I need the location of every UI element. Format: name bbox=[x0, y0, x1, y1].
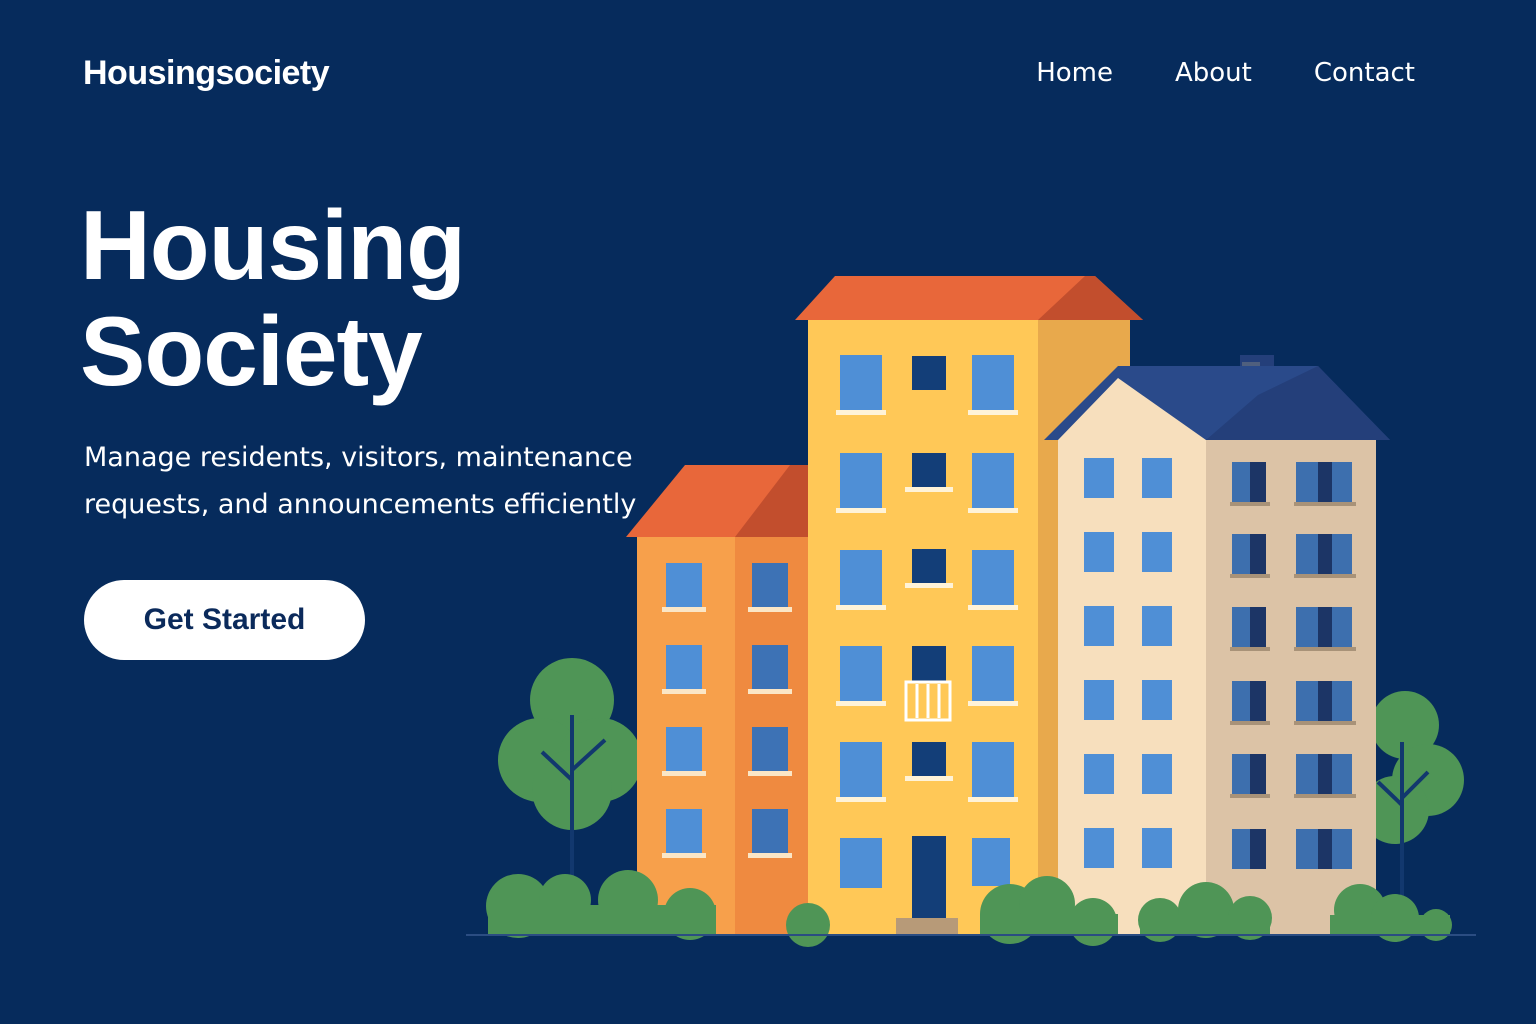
hero-title-line-2: Society bbox=[80, 296, 423, 406]
hero-title-line-1: Housing bbox=[80, 190, 466, 300]
hero-subtitle-line-1: Manage residents, visitors, maintenance bbox=[84, 442, 633, 473]
orange-building bbox=[626, 465, 810, 934]
hero-title: Housing Society bbox=[80, 190, 466, 406]
main-nav: Home About Contact bbox=[1036, 58, 1415, 88]
site-logo[interactable]: Housingsociety bbox=[83, 54, 330, 93]
nav-home-link[interactable]: Home bbox=[1036, 58, 1113, 88]
bushes bbox=[486, 870, 1452, 947]
hero-subtitle: Manage residents, visitors, maintenance … bbox=[84, 434, 664, 528]
cream-building bbox=[1044, 355, 1390, 934]
nav-about-link[interactable]: About bbox=[1175, 58, 1252, 88]
left-tree bbox=[498, 658, 642, 935]
hero-subtitle-line-2: requests, and announcements efficiently bbox=[84, 489, 637, 520]
nav-contact-link[interactable]: Contact bbox=[1314, 58, 1415, 88]
right-tree bbox=[1361, 691, 1464, 935]
get-started-button[interactable]: Get Started bbox=[84, 580, 365, 660]
landing-page: Housingsociety Home About Contact Housin… bbox=[0, 0, 1536, 1024]
yellow-building bbox=[795, 276, 1143, 934]
